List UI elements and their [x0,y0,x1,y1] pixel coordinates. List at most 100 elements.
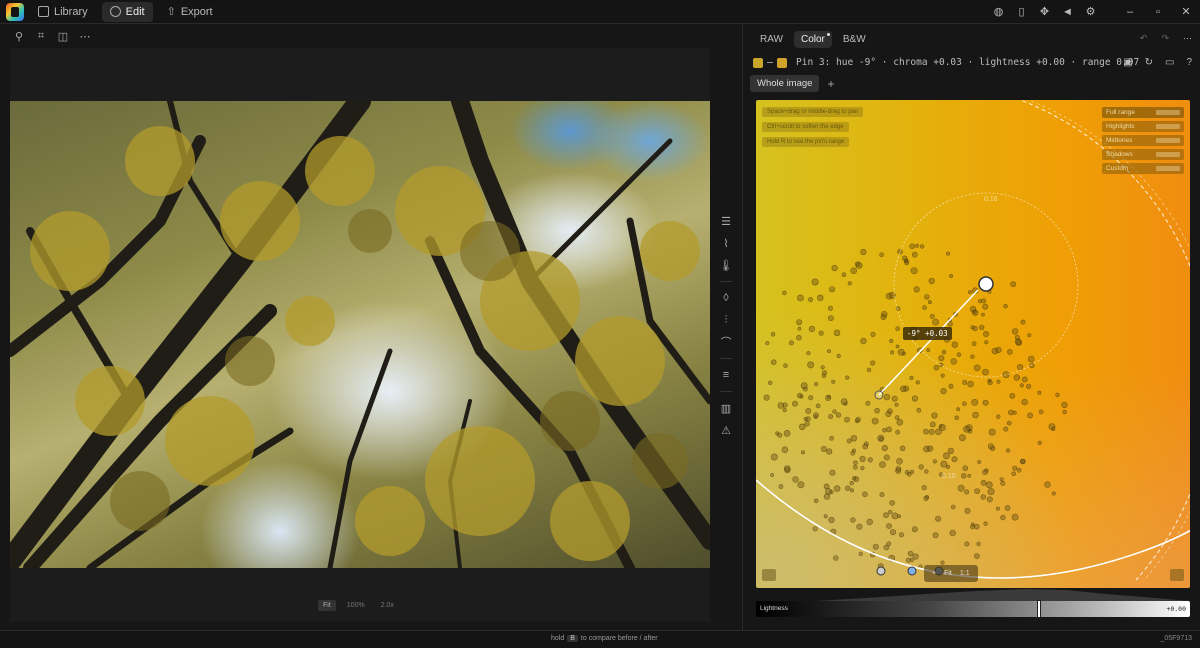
tab-raw[interactable]: RAW [753,31,790,48]
hue-marker[interactable] [876,566,886,576]
sample-dot [911,526,918,533]
plane-one-to-one[interactable]: 1:1 [960,570,970,577]
sample-dot [807,361,815,369]
pin-origin[interactable] [874,390,884,400]
sample-dot [792,476,799,483]
pin-source-swatch [753,57,763,68]
panel-top-actions: ↶ ↷ ⋯ [1140,33,1192,44]
sample-dot [833,485,841,492]
megaphone-icon[interactable]: ◄ [1056,2,1079,22]
preset-highlights[interactable]: Highlights [1102,121,1184,132]
save-icon[interactable]: ▣ [1123,57,1132,68]
sample-dot [829,489,834,495]
help-icon[interactable]: ? [1186,57,1192,68]
sample-dot [891,512,899,520]
mode-tabs: RAW Color B&W [753,31,873,48]
sample-dot [983,521,988,526]
book-icon[interactable]: ▯ [1010,2,1033,22]
sample-dot [812,526,818,532]
sample-dot [915,243,920,248]
preset-midtones[interactable]: Midtones [1102,135,1184,146]
separator [720,391,732,392]
undo-icon[interactable]: ↶ [1140,33,1148,44]
sample-dot [850,435,858,442]
thermometer-icon[interactable]: 🌡 [716,254,736,276]
keyboard-icon[interactable]: ▭ [1165,57,1174,68]
sample-dot [897,348,905,356]
sample-dot [956,352,962,357]
sample-dot [976,541,981,547]
add-scope-button[interactable]: + [827,77,834,91]
pin-icon[interactable]: ⚲ [10,27,28,45]
more-icon[interactable]: ⋯ [76,27,94,45]
sample-dot [932,459,937,464]
preset-bar [1156,152,1180,157]
compare-icon[interactable]: ◫ [54,27,72,45]
photo-canvas[interactable] [10,101,710,568]
chroma-label-top: 0.16 [984,196,998,203]
hint-hold: hold [551,635,565,642]
restore-button[interactable]: ▫ [1144,2,1172,22]
lightness-histogram [756,589,1190,601]
sample-dot [788,340,794,346]
sample-dot [1020,319,1026,325]
gear-icon[interactable]: ⚙ [1079,2,1102,22]
panel-more-icon[interactable]: ⋯ [1183,33,1192,44]
plane-left-toggle[interactable] [762,569,776,581]
plane-right-toggle[interactable] [1170,569,1184,581]
pin-handle[interactable] [978,276,994,292]
plane-zoom-in[interactable]: + [932,570,936,577]
preset-shadows[interactable]: Shadows [1102,149,1184,160]
sample-dot [951,341,959,348]
warning-icon[interactable]: ⚠ [716,419,736,441]
hint-pan: Space+drag or middle-drag to pan [762,107,864,117]
tab-export[interactable]: ⇧ Export [159,2,221,22]
zoom-fit-button[interactable]: Fit [318,600,336,611]
chart-icon[interactable]: ⌇ [716,232,736,254]
lightness-thumb[interactable] [1038,601,1040,617]
preset-bar [1156,166,1180,171]
sample-dot [935,515,942,522]
globe-icon[interactable]: ◍ [987,2,1010,22]
lightness-value: +0.00 [1166,605,1186,613]
sliders-icon[interactable]: ☰ [716,210,736,232]
tab-edit[interactable]: Edit [101,1,153,22]
sample-dot [1014,334,1021,341]
close-button[interactable]: ✕ [1172,2,1200,22]
color-plane[interactable]: Space+drag or middle-drag to pan Ctrl+sc… [756,100,1190,588]
tab-bw[interactable]: B&W [836,31,873,48]
histogram-icon[interactable]: ▥ [716,397,736,419]
sample-dot [850,267,857,274]
hue-marker-blue[interactable] [907,566,917,576]
zoom-max-button[interactable]: 2.0x [376,600,399,611]
reset-icon[interactable]: ↻ [1145,57,1153,68]
sample-dot [858,551,863,557]
sample-dot [1051,426,1056,431]
sample-dot [927,300,932,305]
zoom-100-button[interactable]: 100% [342,600,370,611]
sample-dot [986,496,993,503]
plane-fit[interactable]: Fit [944,570,952,577]
effects-icon[interactable]: ✥ [1033,2,1056,22]
sample-dot [881,445,888,452]
sample-dot [911,395,918,402]
drop-icon[interactable]: ◊ [716,287,736,309]
sample-dot [1061,401,1068,409]
sample-dot [829,435,834,441]
preset-full-range[interactable]: Full range [1102,107,1184,118]
lightness-slider[interactable]: Lightness +0.00 [756,601,1190,617]
sample-dot [778,484,784,489]
sample-dot [815,403,821,409]
mixer-icon[interactable]: ⫶ [716,309,736,331]
sample-dot [1027,355,1035,363]
redo-icon[interactable]: ↷ [1161,33,1169,44]
curve-icon[interactable]: ⌒ [716,331,736,353]
tab-library[interactable]: Library [30,2,96,22]
tab-whole-image[interactable]: Whole image [750,75,820,92]
preset-custom[interactable]: Custom [1102,163,1184,174]
sample-dot [846,438,852,444]
minimize-button[interactable]: – [1116,2,1144,22]
levels-icon[interactable]: ≡ [716,364,736,386]
crop-icon[interactable]: ⌗ [32,27,50,45]
tab-color[interactable]: Color [793,31,832,48]
